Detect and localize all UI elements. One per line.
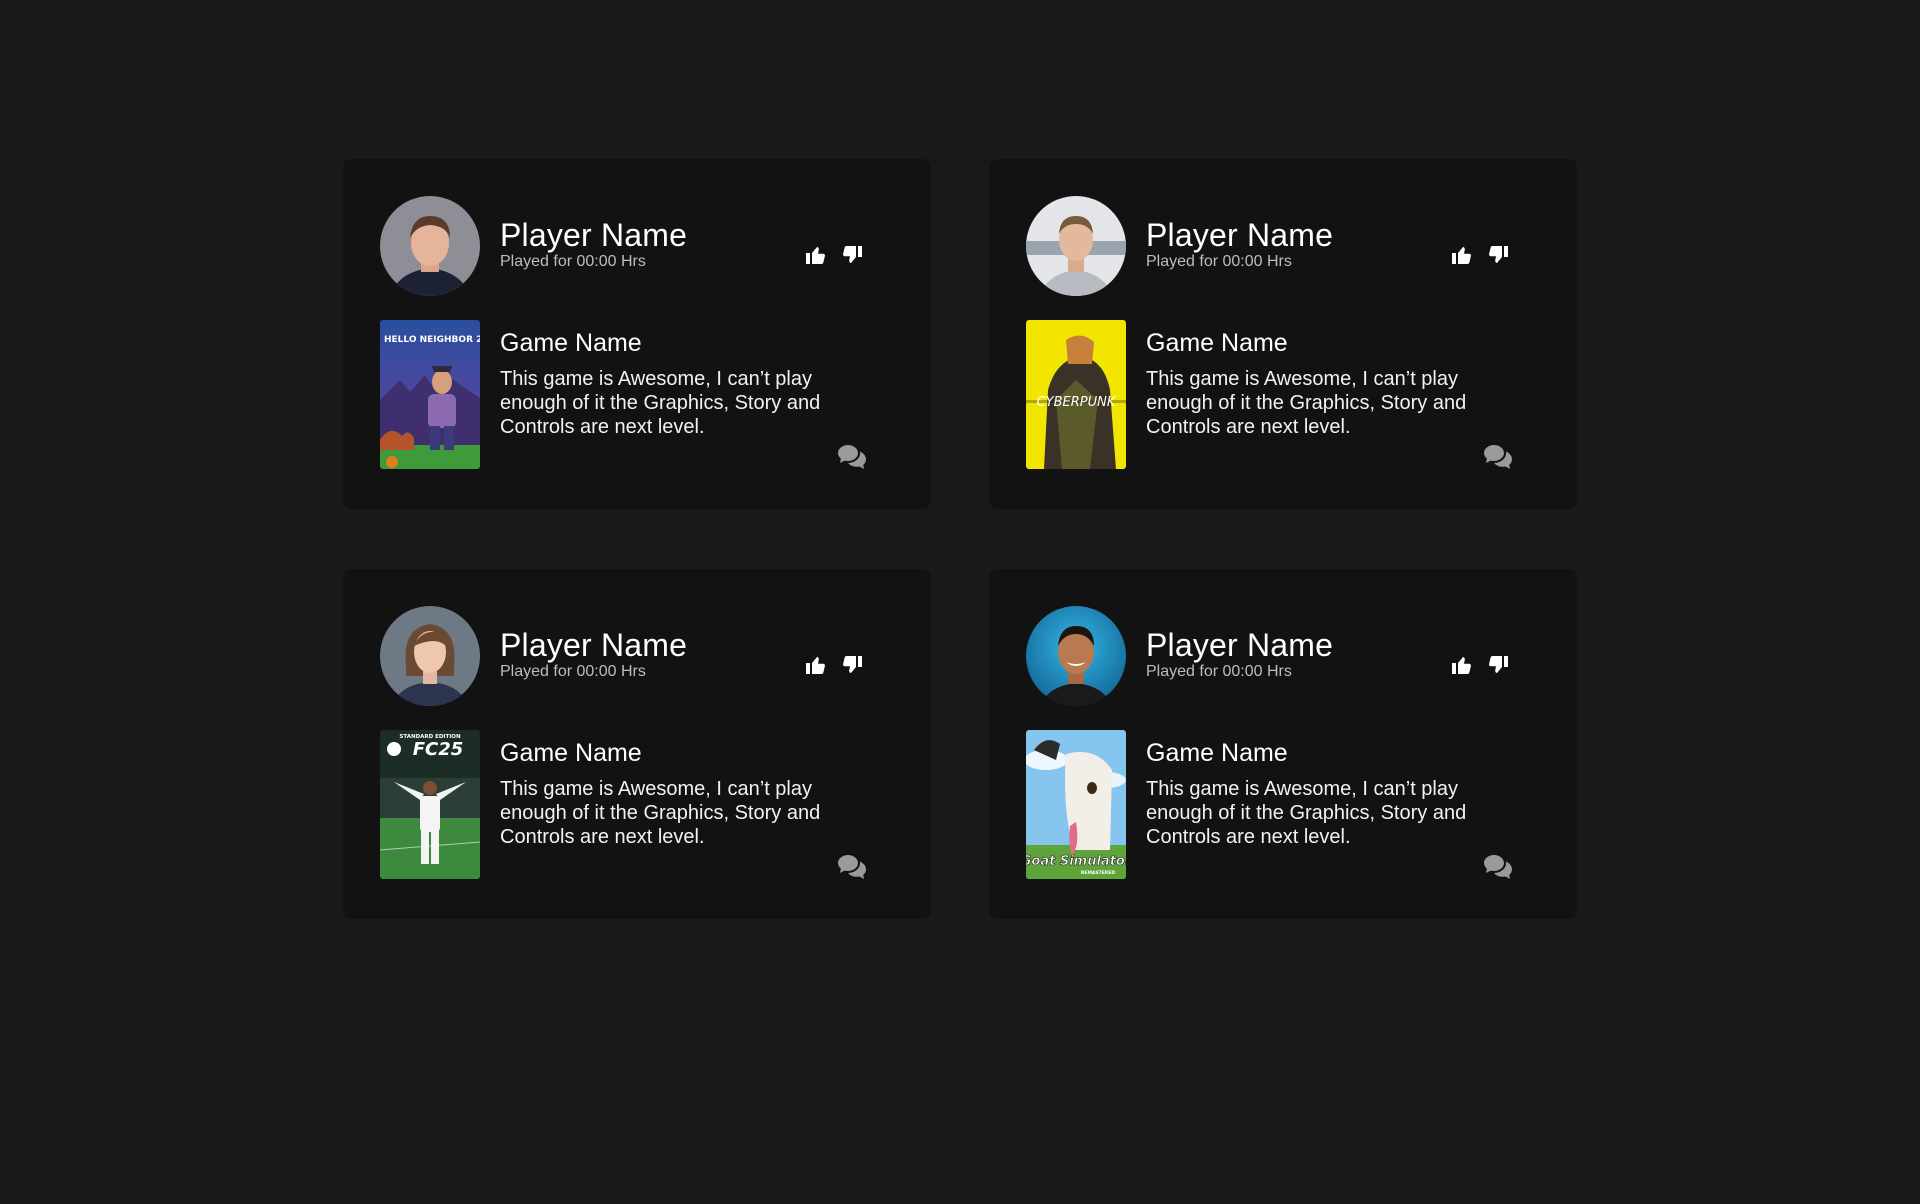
thumbs-down-icon xyxy=(1489,656,1508,673)
dislike-button[interactable] xyxy=(1485,242,1511,268)
thumbs-up-icon xyxy=(806,657,825,674)
player-name: Player Name xyxy=(1146,627,1334,663)
cover-title: HELLO NEIGHBOR 2 xyxy=(384,335,480,345)
thumbs-up-icon xyxy=(806,247,825,264)
dislike-button[interactable] xyxy=(839,652,865,678)
comment-bubbles-icon xyxy=(1484,855,1512,879)
player-avatar[interactable] xyxy=(1026,196,1126,296)
review-card: Player Name Played for 00:00 Hrs Goat Si… xyxy=(989,569,1577,919)
dislike-button[interactable] xyxy=(1485,652,1511,678)
cover-subtitle: REMASTERED xyxy=(1081,870,1115,876)
review-card: Player Name Played for 00:00 Hrs xyxy=(343,159,931,509)
reaction-buttons xyxy=(803,652,865,678)
game-name: Game Name xyxy=(500,739,642,767)
thumbs-up-icon xyxy=(1452,657,1471,674)
review-text: This game is Awesome, I can’t play enoug… xyxy=(500,368,821,438)
review-card: Player Name Played for 00:00 Hrs CYBERPU… xyxy=(989,159,1577,509)
game-cover-image[interactable]: CYBERPUNK xyxy=(1026,320,1126,469)
review-text: This game is Awesome, I can’t play enoug… xyxy=(500,778,821,848)
comment-button[interactable] xyxy=(836,441,868,473)
like-button[interactable] xyxy=(803,652,829,678)
player-avatar[interactable] xyxy=(1026,606,1126,706)
review-text: This game is Awesome, I can’t play enoug… xyxy=(1146,778,1467,848)
comment-bubbles-icon xyxy=(838,445,866,469)
comment-button[interactable] xyxy=(1482,851,1514,883)
game-cover-image[interactable]: Goat Simulator REMASTERED xyxy=(1026,730,1126,879)
comment-bubbles-icon xyxy=(1484,445,1512,469)
comment-button[interactable] xyxy=(1482,441,1514,473)
game-cover-image[interactable]: STANDARD EDITION FC25 xyxy=(380,730,480,879)
played-time: Played for 00:00 Hrs xyxy=(500,663,646,680)
reaction-buttons xyxy=(803,242,865,268)
review-card-grid: Player Name Played for 00:00 Hrs HELLO N… xyxy=(343,159,1577,919)
played-time: Played for 00:00 Hrs xyxy=(1146,663,1292,680)
like-button[interactable] xyxy=(1449,242,1475,268)
dislike-button[interactable] xyxy=(839,242,865,268)
like-button[interactable] xyxy=(1449,652,1475,678)
cover-title: FC25 xyxy=(413,739,464,760)
thumbs-down-icon xyxy=(1489,246,1508,263)
reaction-buttons xyxy=(1449,242,1511,268)
reaction-buttons xyxy=(1449,652,1511,678)
review-card: Player Name Played for 00:00 Hrs xyxy=(343,569,931,919)
player-name: Player Name xyxy=(1146,217,1334,253)
cover-title: CYBERPUNK xyxy=(1037,395,1117,410)
game-name: Game Name xyxy=(1146,329,1288,357)
played-time: Played for 00:00 Hrs xyxy=(1146,253,1292,270)
played-time: Played for 00:00 Hrs xyxy=(500,253,646,270)
like-button[interactable] xyxy=(803,242,829,268)
game-name: Game Name xyxy=(1146,739,1288,767)
thumbs-up-icon xyxy=(1452,247,1471,264)
game-cover-image[interactable]: HELLO NEIGHBOR 2 xyxy=(380,320,480,469)
game-name: Game Name xyxy=(500,329,642,357)
player-avatar[interactable] xyxy=(380,606,480,706)
comment-bubbles-icon xyxy=(838,855,866,879)
review-text: This game is Awesome, I can’t play enoug… xyxy=(1146,368,1467,438)
cover-title: Goat Simulator xyxy=(1026,854,1126,869)
thumbs-down-icon xyxy=(843,656,862,673)
thumbs-down-icon xyxy=(843,246,862,263)
player-name: Player Name xyxy=(500,627,688,663)
player-name: Player Name xyxy=(500,217,688,253)
comment-button[interactable] xyxy=(836,851,868,883)
player-avatar[interactable] xyxy=(380,196,480,296)
